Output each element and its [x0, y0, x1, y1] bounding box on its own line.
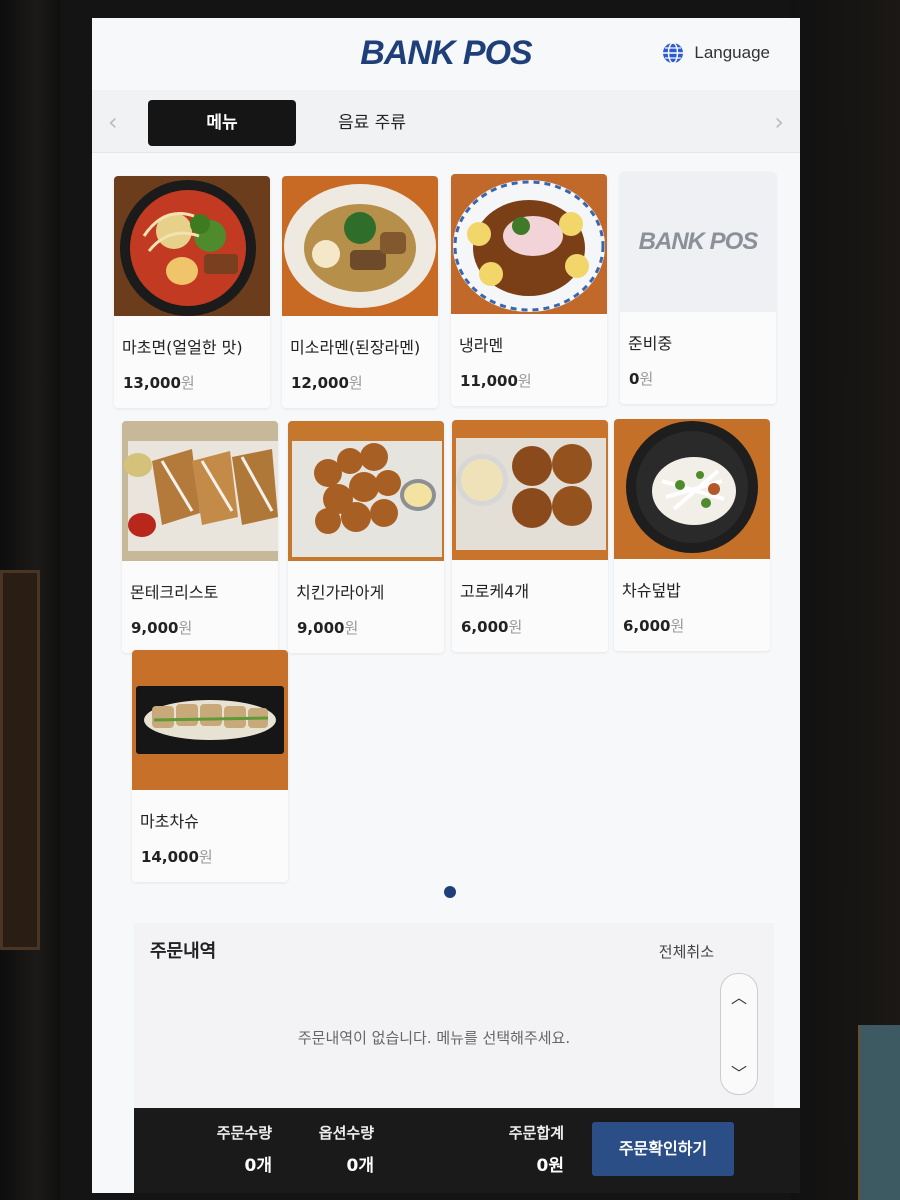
order-total: 주문합계 0원 — [482, 1122, 564, 1176]
menu-item-card[interactable]: 미소라멘(된장라멘) 12,000원 — [282, 176, 438, 408]
cold-ramen-image — [451, 174, 607, 314]
placeholder-logo: BANK POS — [638, 228, 759, 255]
order-quantity-label: 주문수량 — [216, 1124, 272, 1142]
croquette-image — [452, 420, 608, 560]
menu-item-name: 차슈덮밥 — [622, 581, 681, 600]
menu-item-name: 준비중 — [628, 334, 673, 353]
spicy-ramen-image — [114, 176, 270, 316]
chevron-up-icon[interactable]: ︿ — [721, 984, 757, 1008]
menu-item-price: 11,000원 — [460, 372, 532, 390]
miso-ramen-image — [282, 176, 438, 316]
macho-chashu-image — [132, 650, 288, 790]
chevron-left-icon[interactable]: ‹ — [108, 108, 118, 136]
menu-item-card[interactable]: 치킨가라아게 9,000원 — [288, 421, 444, 653]
menu-item-price: 9,000원 — [131, 619, 193, 637]
menu-item-card[interactable]: 마초차슈 14,000원 — [132, 650, 288, 882]
chashu-rice-bowl-image — [614, 419, 770, 559]
menu-item-name: 마초면(얼얼한 맛) — [122, 338, 243, 357]
chevron-down-icon[interactable]: ﹀ — [721, 1060, 757, 1084]
background-decoration — [858, 1025, 900, 1200]
globe-icon — [663, 42, 684, 64]
clear-all-button[interactable]: 전체취소 — [659, 941, 714, 962]
menu-item-price: 0원 — [629, 370, 654, 388]
order-scroll-control: ︿ ﹀ — [720, 973, 758, 1095]
menu-item-name: 미소라멘(된장라멘) — [290, 338, 421, 357]
order-quantity: 주문수량 0개 — [194, 1122, 272, 1176]
order-quantity-value: 0개 — [244, 1156, 272, 1176]
menu-item-price: 6,000원 — [461, 618, 523, 636]
monte-cristo-image — [122, 421, 278, 561]
page-indicator-dot[interactable] — [444, 886, 456, 898]
option-quantity: 옵션수량 0개 — [296, 1122, 374, 1176]
menu-item-name: 몬테크리스토 — [130, 583, 219, 602]
menu-item-price: 13,000원 — [123, 374, 195, 392]
menu-item-card[interactable]: 몬테크리스토 9,000원 — [122, 421, 278, 653]
tab-drinks[interactable]: 음료 주류 — [312, 100, 432, 146]
menu-item-card[interactable]: 냉라멘 11,000원 — [451, 174, 607, 406]
menu-item-card[interactable]: BANK POS 준비중 0원 — [620, 172, 776, 404]
order-panel: 주문내역 전체취소 주문내역이 없습니다. 메뉴를 선택해주세요. ︿ ﹀ — [134, 923, 774, 1108]
menu-item-card[interactable]: 마초면(얼얼한 맛) 13,000원 — [114, 176, 270, 408]
menu-item-price: 12,000원 — [291, 374, 363, 392]
menu-item-name: 마초차슈 — [140, 812, 199, 831]
header: BANK POS Language — [92, 18, 800, 90]
category-tabs: ‹ 메뉴 음료 주류 › — [92, 90, 800, 153]
confirm-order-button[interactable]: 주문확인하기 — [592, 1122, 734, 1176]
menu-item-price: 14,000원 — [141, 848, 213, 866]
language-label: Language — [694, 43, 770, 62]
order-total-label: 주문합계 — [508, 1124, 564, 1142]
order-summary-bar: 주문수량 0개 옵션수량 0개 주문합계 0원 주문확인하기 — [134, 1108, 800, 1193]
language-button[interactable]: Language — [662, 42, 770, 64]
wall-frame — [0, 570, 40, 950]
menu-item-price: 9,000원 — [297, 619, 359, 637]
menu-item-name: 고로케4개 — [460, 582, 530, 601]
menu-item-name: 치킨가라아게 — [296, 583, 385, 602]
menu-item-name: 냉라멘 — [459, 336, 504, 355]
chicken-karaage-image — [288, 421, 444, 561]
chevron-right-icon[interactable]: › — [774, 108, 784, 136]
order-total-value: 0원 — [536, 1156, 564, 1176]
placeholder-image: BANK POS — [620, 172, 776, 312]
menu-item-card[interactable]: 고로케4개 6,000원 — [452, 420, 608, 652]
order-title: 주문내역 — [150, 941, 217, 962]
empty-order-message: 주문내역이 없습니다. 메뉴를 선택해주세요. — [297, 1029, 571, 1047]
menu-item-price: 6,000원 — [623, 617, 685, 635]
option-quantity-value: 0개 — [346, 1156, 374, 1176]
menu-item-card[interactable]: 차슈덮밥 6,000원 — [614, 419, 770, 651]
kiosk-bezel-right — [790, 0, 900, 1200]
tab-menu[interactable]: 메뉴 — [148, 100, 296, 146]
kiosk-screen: BANK POS Language ‹ 메뉴 음료 주류 › 마초면(얼얼한 맛… — [92, 18, 800, 1193]
option-quantity-label: 옵션수량 — [318, 1124, 374, 1142]
